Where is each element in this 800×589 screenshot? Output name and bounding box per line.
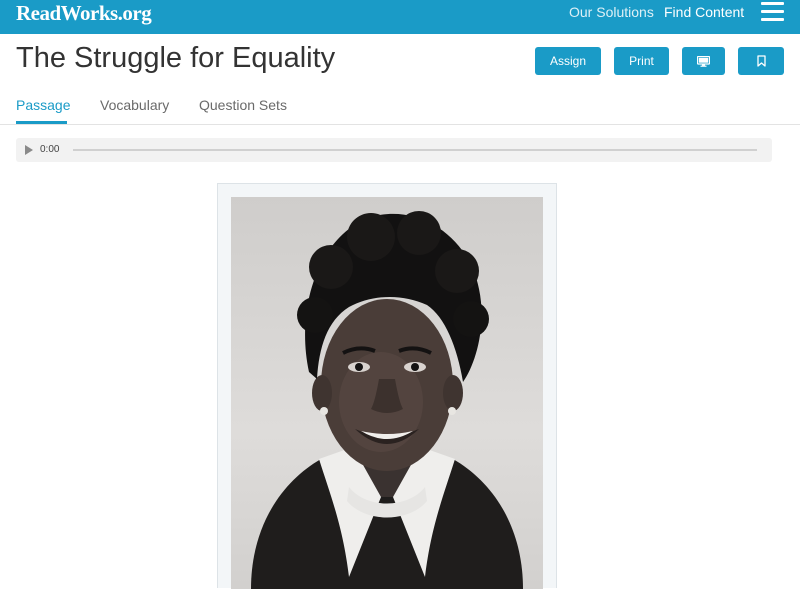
tabs-divider xyxy=(0,124,800,125)
monitor-icon xyxy=(697,55,710,67)
tab-vocabulary[interactable]: Vocabulary xyxy=(100,97,169,113)
present-button[interactable] xyxy=(682,47,725,75)
assign-button[interactable]: Assign xyxy=(535,47,601,75)
nav-our-solutions[interactable]: Our Solutions xyxy=(569,4,654,20)
audio-time: 0:00 xyxy=(40,144,60,155)
passage-image-frame xyxy=(217,183,557,589)
audio-player: 0:00 xyxy=(16,138,772,162)
tab-passage[interactable]: Passage xyxy=(16,97,70,113)
print-button[interactable]: Print xyxy=(614,47,669,75)
portrait-photo xyxy=(251,211,523,589)
audio-progress-track[interactable] xyxy=(73,149,757,151)
bookmark-button[interactable] xyxy=(738,47,784,75)
tab-question-sets[interactable]: Question Sets xyxy=(199,97,287,113)
bookmark-icon xyxy=(756,55,766,67)
hamburger-menu-icon[interactable] xyxy=(761,2,784,22)
play-icon[interactable] xyxy=(25,145,33,155)
top-navigation-bar: ReadWorks.org Our Solutions Find Content xyxy=(0,0,800,34)
nav-find-content[interactable]: Find Content xyxy=(664,4,744,20)
passage-photo xyxy=(231,197,543,589)
page-title: The Struggle for Equality xyxy=(16,42,336,74)
readworks-logo[interactable]: ReadWorks.org xyxy=(16,1,152,26)
